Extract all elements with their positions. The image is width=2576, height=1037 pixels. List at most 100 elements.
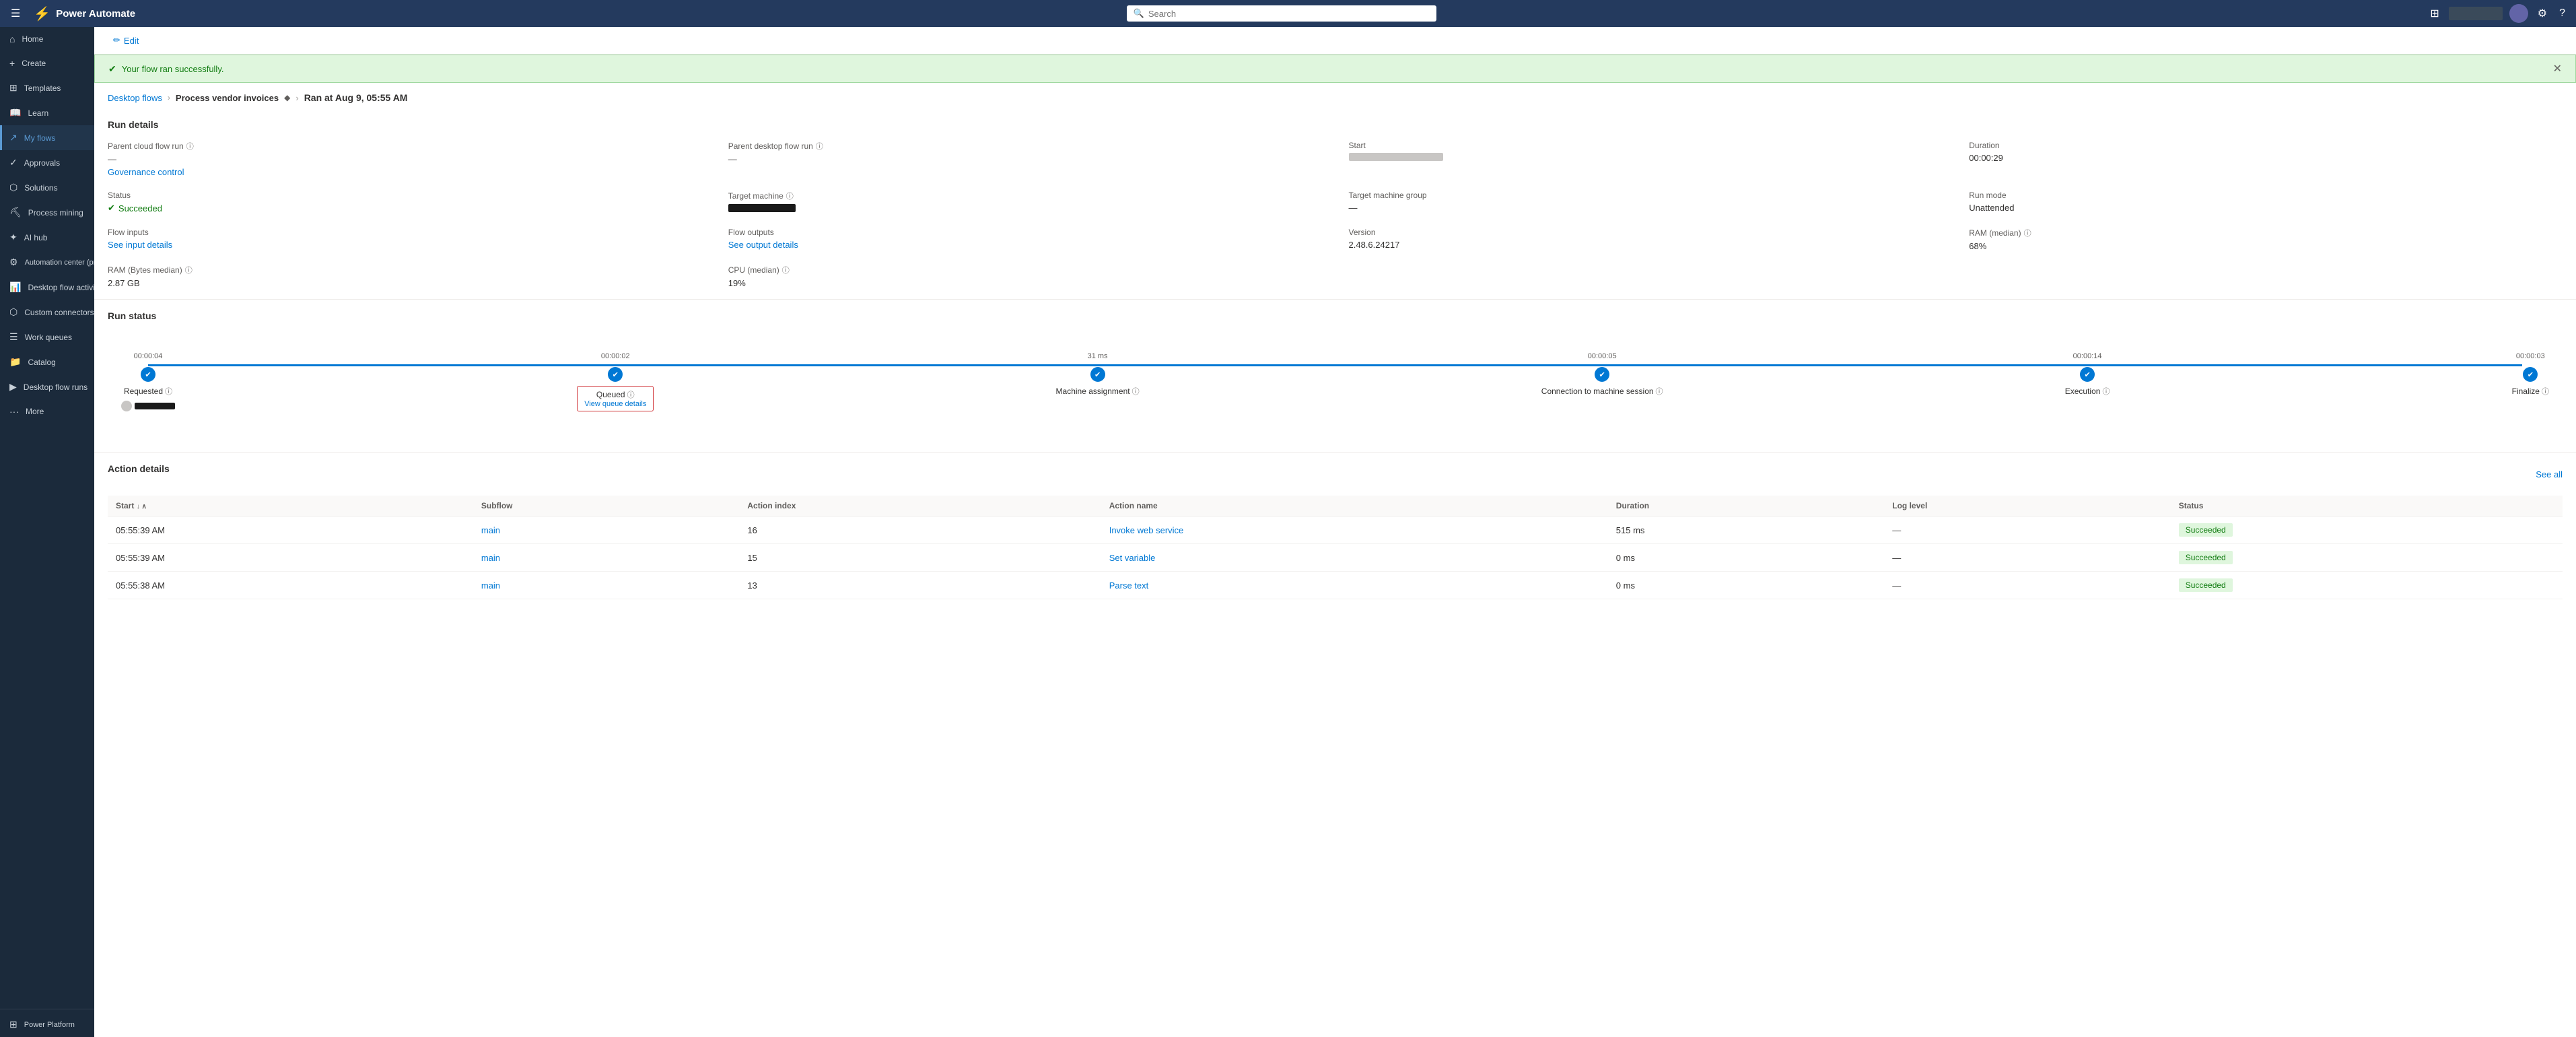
breadcrumb-desktop-flows-link[interactable]: Desktop flows	[108, 93, 162, 103]
cell-log-level: —	[1884, 572, 2170, 599]
detail-value-target-machine-group: —	[1349, 203, 1943, 213]
help-icon[interactable]: ?	[2556, 5, 2568, 22]
timeline-container: 00:00:04 ✔ Requested ⓘ 00:00:02	[108, 332, 2563, 438]
sidebar-item-my-flows[interactable]: ↗ My flows	[0, 125, 94, 150]
dot-finalize: ✔	[2523, 367, 2538, 382]
subflow-link[interactable]: main	[481, 525, 500, 535]
info-icon-queued[interactable]: ⓘ	[627, 389, 635, 400]
sidebar-label-custom-connectors: Custom connectors	[24, 308, 94, 317]
cell-action-index: 15	[739, 544, 1101, 572]
info-icon-connection[interactable]: ⓘ	[1656, 386, 1663, 397]
detail-label-target-machine-group: Target machine group	[1349, 191, 1943, 200]
cell-subflow: main	[473, 544, 740, 572]
info-icon-ram-bytes[interactable]: ⓘ	[185, 265, 193, 275]
cell-status: Succeeded	[2171, 516, 2563, 544]
sidebar-item-ai-hub[interactable]: ✦ AI hub	[0, 225, 94, 250]
cell-action-index: 16	[739, 516, 1101, 544]
app-name: Power Automate	[56, 8, 135, 20]
breadcrumb-run-info: Ran at Aug 9, 05:55 AM	[304, 92, 408, 103]
flow-type-icon: ◆	[284, 93, 290, 102]
app-logo-icon: ⚡	[34, 5, 50, 22]
edit-bar: ✏ Edit	[94, 27, 2576, 55]
detail-version: Version 2.48.6.24217	[1349, 228, 1943, 251]
timeline-nodes: 00:00:04 ✔ Requested ⓘ 00:00:02	[121, 352, 2549, 411]
sidebar-item-more[interactable]: ··· More	[0, 399, 94, 424]
info-icon-finalize[interactable]: ⓘ	[2542, 386, 2549, 397]
action-header: Action details See all	[108, 463, 2563, 485]
info-icon-target-machine[interactable]: ⓘ	[786, 191, 794, 201]
sidebar-item-home[interactable]: ⌂ Home	[0, 27, 94, 51]
sidebar-item-process-mining[interactable]: ⛏ Process mining	[0, 200, 94, 225]
detail-label-run-mode: Run mode	[1969, 191, 2563, 200]
info-icon-parent-desktop[interactable]: ⓘ	[816, 141, 823, 152]
action-details-table: Start ↓ ∧ Subflow Action index Action na…	[108, 496, 2563, 599]
process-mining-icon: ⛏	[9, 207, 22, 218]
label-machine-assignment: Machine assignment ⓘ	[1056, 386, 1140, 397]
see-output-details-link[interactable]: See output details	[728, 240, 1322, 250]
cell-status: Succeeded	[2171, 572, 2563, 599]
see-input-details-link[interactable]: See input details	[108, 240, 701, 250]
status-badge: Succeeded	[2179, 578, 2233, 592]
sidebar-item-solutions[interactable]: ⬡ Solutions	[0, 175, 94, 200]
settings-icon[interactable]: ⚙	[2535, 4, 2550, 23]
environment-badge[interactable]	[2449, 7, 2503, 20]
sidebar-item-desktop-flow-runs[interactable]: ▶ Desktop flow runs	[0, 374, 94, 399]
sidebar-item-create[interactable]: + Create	[0, 51, 94, 75]
col-subflow: Subflow	[473, 496, 740, 516]
sidebar-item-work-queues[interactable]: ☰ Work queues	[0, 325, 94, 349]
grid-icon[interactable]: ⊞	[2427, 4, 2441, 23]
detail-label-ram-median: RAM (median) ⓘ	[1969, 228, 2563, 238]
dot-connection: ✔	[1595, 367, 1609, 382]
detail-value-ram-median: 68%	[1969, 241, 2563, 251]
subflow-link[interactable]: main	[481, 553, 500, 563]
avatar[interactable]	[2509, 4, 2528, 23]
action-name-link[interactable]: Invoke web service	[1109, 525, 1184, 535]
edit-button-label: Edit	[124, 36, 139, 46]
view-queue-details-link[interactable]: View queue details	[584, 400, 646, 408]
sidebar-item-learn[interactable]: 📖 Learn	[0, 100, 94, 125]
catalog-icon: 📁	[9, 356, 21, 368]
sidebar-item-approvals[interactable]: ✓ Approvals	[0, 150, 94, 175]
search-input[interactable]	[1148, 9, 1430, 19]
sort-start-icon[interactable]: ↓ ∧	[137, 503, 147, 510]
info-icon-parent-cloud[interactable]: ⓘ	[186, 141, 194, 152]
sidebar-label-solutions: Solutions	[24, 183, 57, 193]
sidebar-item-automation-center[interactable]: ⚙ Automation center (previe...	[0, 250, 94, 275]
sidebar-label-ai-hub: AI hub	[24, 233, 48, 242]
sidebar-item-desktop-flow-activity[interactable]: 📊 Desktop flow activity	[0, 275, 94, 300]
avatar-name-redacted	[135, 403, 175, 409]
info-icon-cpu-median[interactable]: ⓘ	[782, 265, 790, 275]
hamburger-button[interactable]: ☰	[8, 4, 23, 23]
success-message: Your flow ran successfully.	[122, 64, 224, 74]
sidebar-item-custom-connectors[interactable]: ⬡ Custom connectors	[0, 300, 94, 325]
sidebar-label-catalog: Catalog	[28, 358, 55, 367]
action-name-link[interactable]: Set variable	[1109, 553, 1156, 563]
col-duration: Duration	[1608, 496, 1884, 516]
detail-label-duration: Duration	[1969, 141, 2563, 150]
info-icon-machine-assignment[interactable]: ⓘ	[1132, 386, 1140, 397]
detail-label-target-machine: Target machine ⓘ	[728, 191, 1322, 201]
time-connection: 00:00:05	[1588, 352, 1617, 360]
sidebar-item-catalog[interactable]: 📁 Catalog	[0, 349, 94, 374]
subflow-link[interactable]: main	[481, 580, 500, 591]
sidebar-label-learn: Learn	[28, 108, 48, 118]
action-name-link[interactable]: Parse text	[1109, 580, 1149, 591]
label-connection: Connection to machine session ⓘ	[1541, 386, 1663, 397]
info-icon-ram-median[interactable]: ⓘ	[2024, 228, 2031, 238]
success-banner: ✔ Your flow ran successfully. ✕	[94, 55, 2576, 83]
see-all-link[interactable]: See all	[2536, 469, 2563, 479]
sidebar-item-templates[interactable]: ⊞ Templates	[0, 75, 94, 100]
info-icon-requested[interactable]: ⓘ	[165, 386, 172, 397]
cell-action-name: Parse text	[1101, 572, 1608, 599]
cell-status: Succeeded	[2171, 544, 2563, 572]
sidebar-label-create: Create	[22, 59, 46, 68]
sidebar-item-power-platform[interactable]: ⊞ Power Platform	[0, 1012, 94, 1037]
close-banner-button[interactable]: ✕	[2553, 62, 2562, 75]
detail-flow-inputs: Flow inputs See input details	[108, 228, 701, 251]
cell-subflow: main	[473, 516, 740, 544]
governance-control-link[interactable]: Governance control	[108, 167, 701, 177]
info-icon-execution[interactable]: ⓘ	[2102, 386, 2110, 397]
edit-button[interactable]: ✏ Edit	[108, 32, 144, 48]
my-flows-icon: ↗	[9, 132, 18, 143]
dot-requested: ✔	[141, 367, 155, 382]
